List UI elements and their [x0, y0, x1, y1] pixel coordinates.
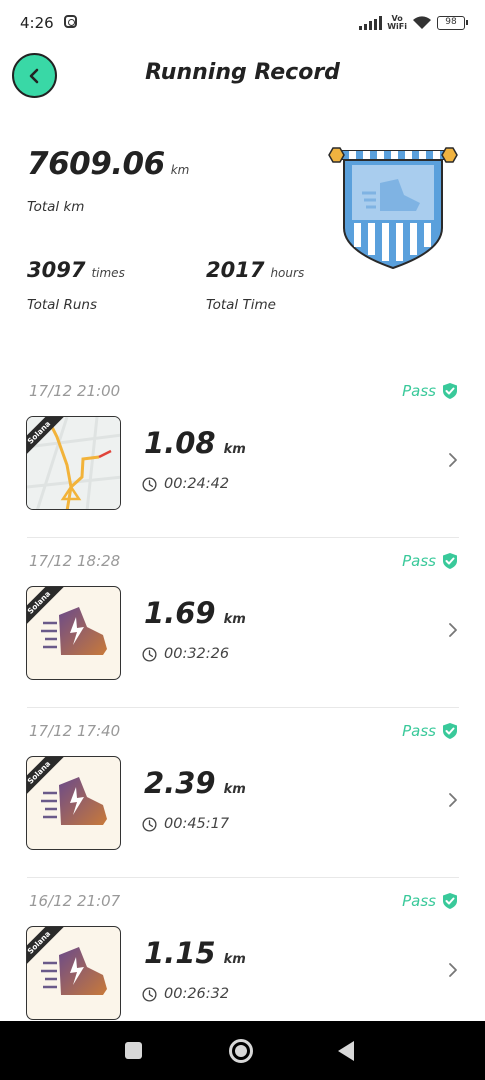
distance-unit: km: [223, 952, 246, 967]
divider: [27, 877, 459, 878]
vowifi-label-bottom: WiFi: [387, 22, 407, 31]
clock-icon: [142, 816, 157, 832]
badge-pennant-icon: [328, 147, 458, 270]
duration-value: 00:32:26: [164, 646, 230, 662]
record-datetime: 16/12 21:07: [29, 892, 121, 910]
shield-check-icon: [443, 893, 457, 909]
shoe-thumbnail: Solana: [26, 926, 121, 1020]
chevron-right-icon: [449, 963, 457, 977]
pass-label: Pass: [402, 382, 436, 400]
status-bar: 4:26 Vo WiFi 98: [0, 0, 485, 46]
duration-value: 00:26:32: [164, 986, 230, 1002]
signal-icon: [359, 16, 383, 30]
shield-check-icon: [443, 553, 457, 569]
distance-unit: km: [223, 442, 246, 457]
pass-badge: Pass: [402, 892, 458, 910]
chevron-right-icon: [449, 453, 457, 467]
clock-icon: [142, 476, 157, 492]
distance-value: 1.69: [144, 596, 216, 630]
record-datetime: 17/12 18:28: [29, 552, 121, 570]
clock-icon: [142, 986, 157, 1002]
duration-value: 00:45:17: [164, 816, 230, 832]
total-km-unit: km: [170, 163, 190, 177]
shoe-thumbnail: Solana: [26, 756, 121, 850]
run-record[interactable]: 17/12 21:00 Pass Solana 1.08 km 00:24:42: [0, 382, 485, 552]
status-time: 4:26: [20, 14, 54, 32]
record-duration: 00:24:42: [142, 476, 229, 492]
distance-value: 1.15: [144, 936, 216, 970]
page-title: Running Record: [145, 60, 340, 85]
pass-label: Pass: [402, 722, 436, 740]
record-distance: 1.08 km: [144, 426, 246, 460]
pass-badge: Pass: [402, 722, 458, 740]
record-distance: 1.15 km: [144, 936, 246, 970]
distance-unit: km: [223, 782, 246, 797]
clock-icon: [142, 646, 157, 662]
total-time-value: 2017: [206, 258, 265, 282]
pass-label: Pass: [402, 552, 436, 570]
total-runs-label: Total Runs: [27, 297, 97, 313]
chevron-right-icon: [449, 793, 457, 807]
shoe-thumbnail: Solana: [26, 586, 121, 680]
shield-check-icon: [443, 723, 457, 739]
total-runs-value: 3097: [27, 258, 86, 282]
chevron-right-icon: [449, 623, 457, 637]
total-km-stat: 7609.06 km: [27, 146, 189, 182]
divider: [27, 537, 459, 538]
record-duration: 00:32:26: [142, 646, 229, 662]
pass-label: Pass: [402, 892, 436, 910]
distance-unit: km: [223, 612, 246, 627]
pass-badge: Pass: [402, 552, 458, 570]
distance-value: 2.39: [144, 766, 216, 800]
total-km-value: 7609.06: [27, 146, 165, 182]
home-button[interactable]: [229, 1039, 253, 1063]
record-datetime: 17/12 21:00: [29, 382, 121, 400]
record-duration: 00:26:32: [142, 986, 229, 1002]
duration-value: 00:24:42: [164, 476, 230, 492]
total-time-unit: hours: [270, 266, 305, 280]
record-distance: 2.39 km: [144, 766, 246, 800]
system-back-button[interactable]: [338, 1041, 354, 1061]
record-duration: 00:45:17: [142, 816, 229, 832]
distance-value: 1.08: [144, 426, 216, 460]
total-time-stat: 2017 hours: [206, 258, 304, 282]
recents-button[interactable]: [125, 1042, 142, 1059]
run-record[interactable]: 17/12 17:40 Pass Solana 2.39 km 00:45:17: [0, 722, 485, 892]
shield-check-icon: [443, 383, 457, 399]
total-runs-stat: 3097 times: [27, 258, 125, 282]
total-time-label: Total Time: [206, 297, 276, 313]
route-map-thumbnail: Solana: [26, 416, 121, 510]
battery-icon: 98: [437, 16, 468, 30]
system-nav-bar: [0, 1021, 485, 1080]
record-distance: 1.69 km: [144, 596, 246, 630]
instagram-notification-icon: [64, 15, 77, 28]
pass-badge: Pass: [402, 382, 458, 400]
wifi-icon: [413, 16, 431, 29]
divider: [27, 707, 459, 708]
total-runs-unit: times: [91, 266, 125, 280]
run-record[interactable]: 17/12 18:28 Pass Solana 1.69 km 00:32:26: [0, 552, 485, 722]
total-km-label: Total km: [27, 199, 85, 215]
record-datetime: 17/12 17:40: [29, 722, 121, 740]
status-icons: Vo WiFi 98: [359, 12, 468, 34]
vowifi-icon: Vo WiFi: [387, 15, 407, 31]
